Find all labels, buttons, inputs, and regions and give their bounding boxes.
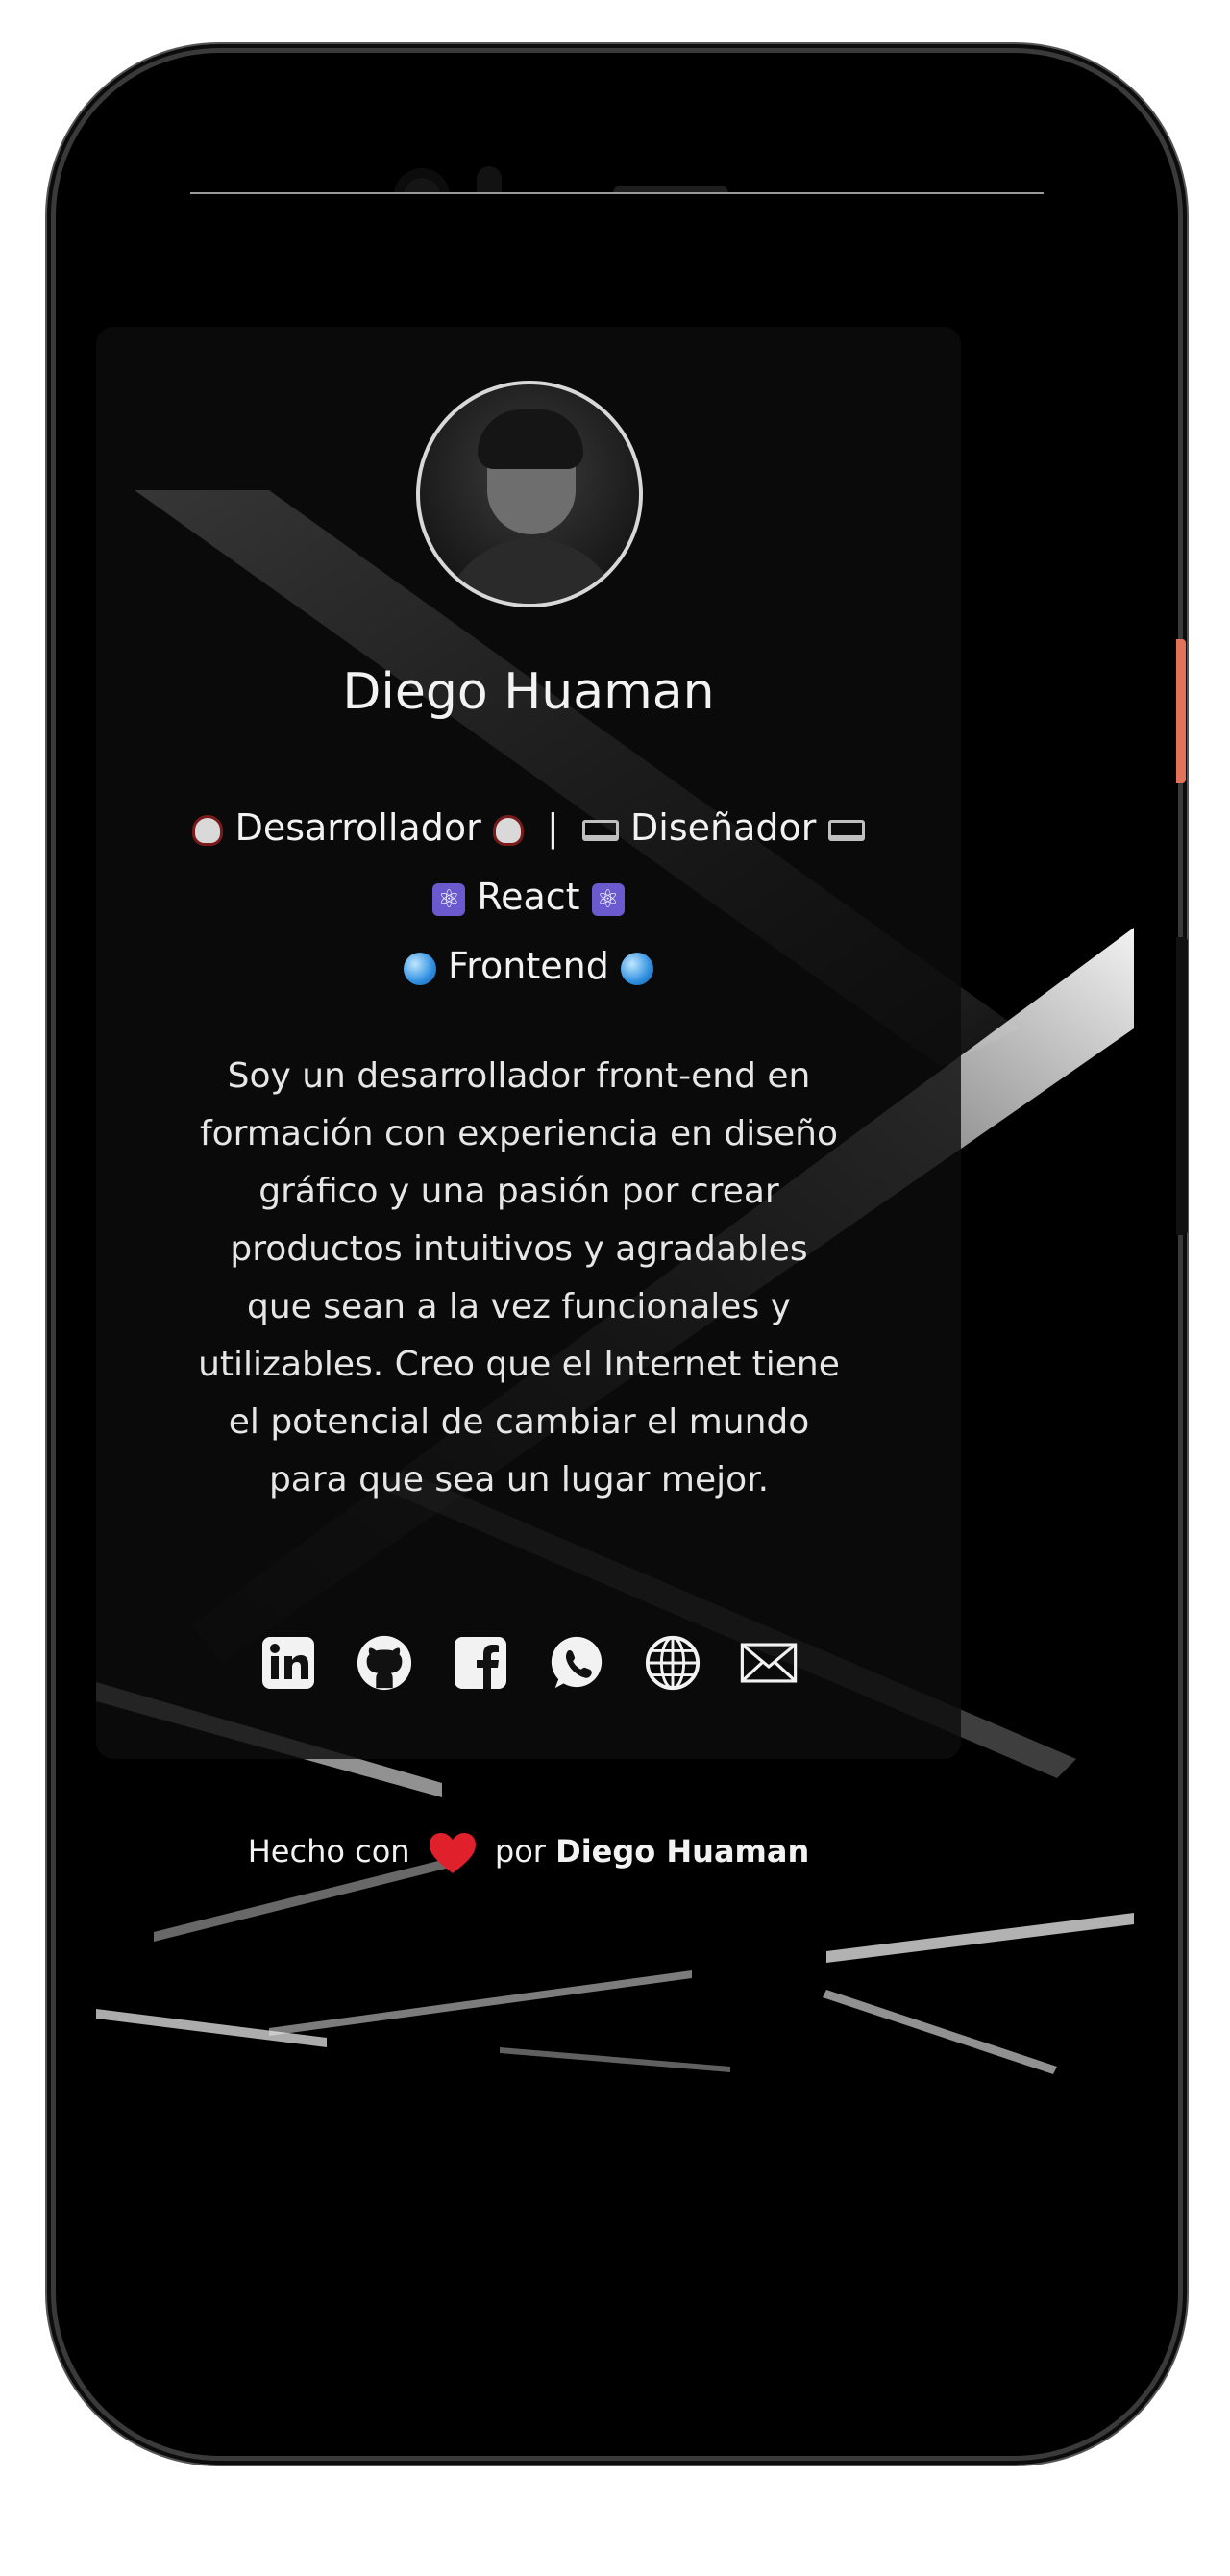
atom-icon: ⚛ (432, 882, 466, 916)
roles-line-3: Frontend (96, 931, 961, 1001)
mail-icon (740, 1643, 798, 1683)
heart-icon (429, 1833, 476, 1873)
footer-made-with: Hecho con (247, 1833, 410, 1870)
linkedin-icon (262, 1637, 314, 1689)
laptop-icon (581, 819, 619, 841)
facebook-icon (455, 1637, 506, 1689)
footer-by: por (494, 1833, 546, 1870)
website-link[interactable] (644, 1634, 701, 1692)
linkedin-link[interactable] (259, 1634, 317, 1692)
whatsapp-icon (551, 1636, 603, 1689)
whatsapp-link[interactable] (548, 1634, 605, 1692)
profile-bio: Soy un desarrollador front-end en formac… (198, 1056, 840, 1499)
role-frontend: Frontend (448, 945, 609, 987)
laptop-icon (827, 819, 865, 841)
facebook-link[interactable] (452, 1634, 509, 1692)
social-links (96, 1634, 961, 1692)
footer-credits: Hecho con por Diego Huaman (96, 1831, 961, 1875)
power-button (1176, 639, 1186, 783)
device-mockup: Diego Huaman Desarrollador | Diseñador ⚛… (0, 0, 1230, 2576)
github-link[interactable] (356, 1634, 413, 1692)
email-link[interactable] (740, 1634, 798, 1692)
roles-line-1: Desarrollador | Diseñador (96, 793, 961, 862)
blue-bead-icon (404, 952, 437, 985)
mask-icon (492, 814, 524, 846)
volume-button (1176, 937, 1188, 1235)
role-designer: Diseñador (630, 806, 817, 849)
footer-author[interactable]: Diego Huaman (555, 1833, 809, 1870)
blue-bead-icon (620, 952, 653, 985)
avatar (416, 381, 643, 607)
github-icon (357, 1635, 412, 1691)
atom-icon: ⚛ (591, 882, 625, 916)
profile-name: Diego Huaman (342, 663, 715, 721)
role-react: React (477, 876, 580, 918)
role-developer: Desarrollador (234, 806, 481, 849)
profile-roles: Desarrollador | Diseñador ⚛ React ⚛ Fron… (96, 793, 961, 1001)
role-separator: | (546, 806, 559, 849)
mask-icon (192, 814, 224, 846)
globe-icon (645, 1635, 701, 1691)
roles-line-2: ⚛ React ⚛ (96, 862, 961, 931)
screen-top-line (190, 192, 1044, 194)
